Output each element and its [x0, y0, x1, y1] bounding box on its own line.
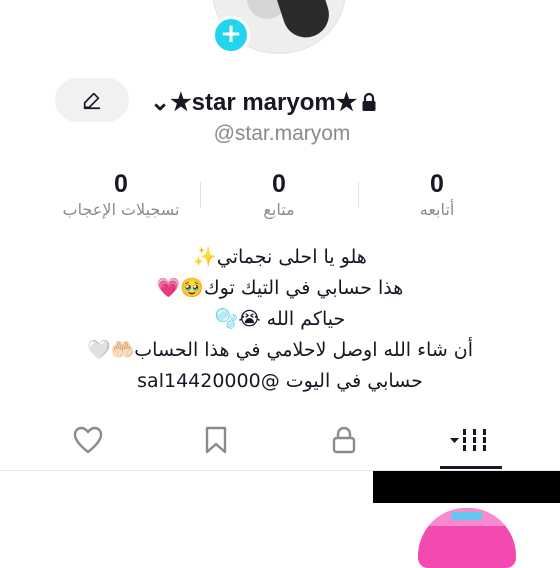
stat-value: 0: [272, 170, 286, 198]
active-tab-indicator: [440, 466, 502, 469]
profile-handle: @star.maryom: [213, 122, 351, 145]
tab-liked[interactable]: [58, 422, 118, 458]
stat-label: أتابعه: [419, 200, 455, 219]
tab-private[interactable]: [314, 422, 374, 458]
tab-saved[interactable]: [186, 422, 246, 458]
video-thumbnail[interactable]: [418, 508, 516, 568]
profile-bio: هلو يا احلى نجماتي✨ هذا حسابي في التيك ت…: [0, 242, 560, 397]
stat-label: متابع: [263, 200, 295, 219]
heart-icon: [73, 426, 103, 454]
bio-line: هلو يا احلى نجماتي✨: [193, 246, 367, 268]
pencil-icon: [83, 92, 101, 110]
bookmark-icon: [205, 426, 227, 454]
video-thumbnail-overlay[interactable]: [373, 471, 560, 503]
display-name: ⌄★star maryom★: [150, 88, 358, 116]
plus-icon: +: [220, 19, 242, 49]
stat-divider: [200, 182, 201, 208]
lock-icon: [332, 426, 356, 454]
bio-line: هذا حسابي في التيك توك🥹💗: [156, 277, 404, 299]
tab-videos[interactable]: [441, 422, 501, 458]
stat-followers[interactable]: 0 متابع: [204, 170, 354, 219]
bio-line: حياكم الله 😭🫧: [214, 308, 346, 330]
bio-line: حسابي في اليوت @sal14420000: [137, 370, 423, 392]
stat-following[interactable]: 0 أتابعه: [362, 170, 512, 219]
grid-icon: [450, 429, 486, 451]
bio-line: أن شاء الله اوصل لاحلامي في هذا الحساب🤲🏻…: [86, 339, 474, 361]
username-row[interactable]: ⌄★star maryom★: [150, 85, 377, 119]
stat-value: 0: [430, 170, 444, 198]
stat-label: تسجيلات الإعجاب: [62, 200, 180, 219]
stat-likes[interactable]: 0 تسجيلات الإعجاب: [46, 170, 196, 219]
edit-profile-button[interactable]: [55, 78, 129, 122]
stat-divider: [358, 182, 359, 208]
lock-icon: [362, 92, 376, 111]
add-photo-button[interactable]: +: [212, 16, 250, 54]
stat-value: 0: [114, 170, 128, 198]
